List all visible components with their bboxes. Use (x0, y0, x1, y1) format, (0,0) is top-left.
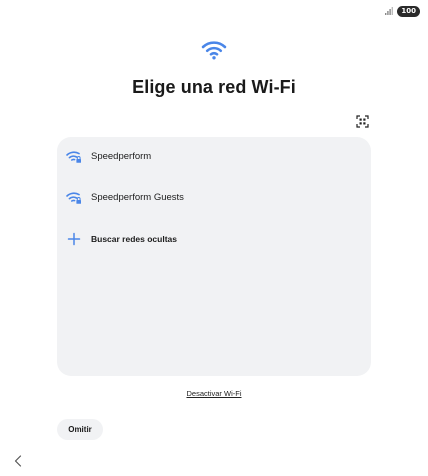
wifi-locked-icon (66, 192, 81, 204)
deactivate-wifi-row: Desactivar Wi-Fi (0, 389, 428, 398)
wifi-hero (0, 40, 428, 60)
qr-scan-icon (355, 114, 369, 128)
search-hidden-networks-label: Buscar redes ocultas (91, 234, 177, 244)
back-button[interactable] (12, 454, 24, 468)
status-bar: 100 (385, 5, 420, 17)
qr-scan-button[interactable] (355, 114, 369, 128)
search-hidden-networks-item[interactable]: Buscar redes ocultas (57, 226, 371, 252)
signal-bars-icon (385, 7, 394, 15)
network-list: Speedperform Speedperform Guests Buscar … (57, 137, 371, 376)
network-label: Speedperform Guests (91, 192, 184, 203)
deactivate-wifi-link[interactable]: Desactivar Wi-Fi (186, 389, 241, 398)
wifi-locked-icon (66, 151, 81, 163)
plus-icon (67, 232, 81, 246)
page-title: Elige una red Wi-Fi (132, 77, 296, 97)
network-item-speedperform-guests[interactable]: Speedperform Guests (57, 185, 371, 211)
battery-level: 100 (397, 5, 420, 17)
chevron-left-icon (14, 455, 22, 467)
skip-button[interactable]: Omitir (57, 419, 103, 440)
network-label: Speedperform (91, 151, 152, 162)
wifi-icon (201, 41, 227, 60)
network-item-speedperform[interactable]: Speedperform (57, 144, 371, 170)
